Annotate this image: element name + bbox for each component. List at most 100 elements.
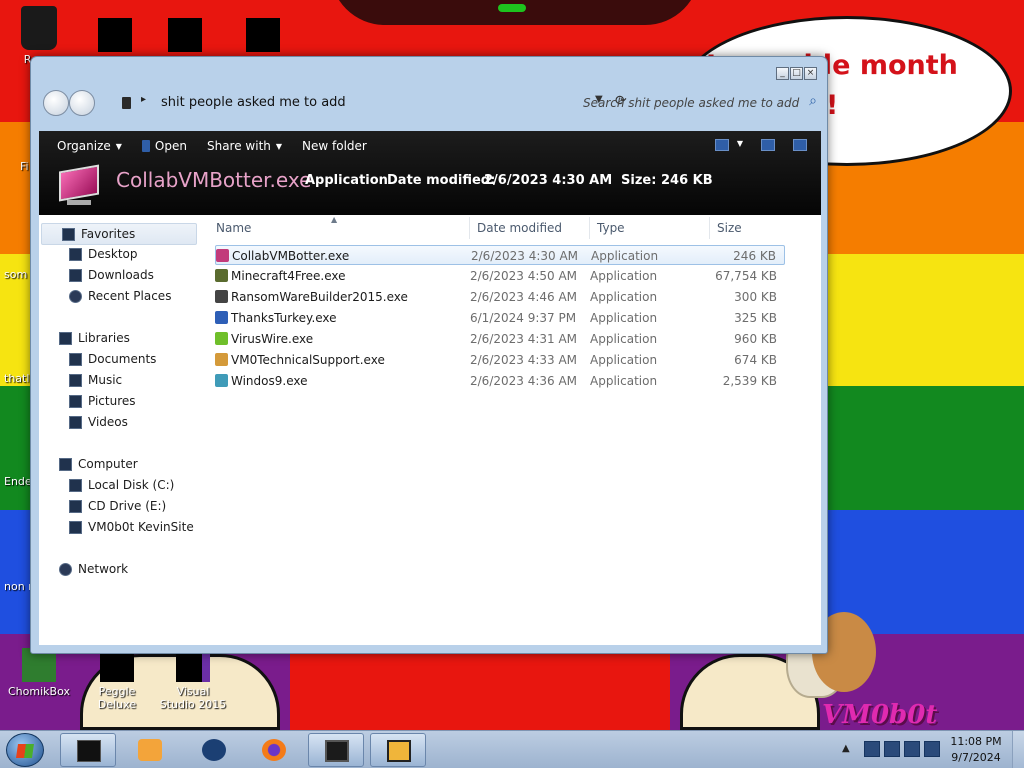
organize-button[interactable]: Organize ▼ <box>47 131 132 161</box>
address-path[interactable]: shit people asked me to add <box>161 95 346 110</box>
hard-drive-icon <box>69 478 82 492</box>
nav-label: Pictures <box>88 394 136 408</box>
nav-pictures[interactable]: Pictures <box>69 394 136 408</box>
nav-cd-drive[interactable]: CD Drive (E:) <box>69 499 166 513</box>
breadcrumb-arrow-icon[interactable]: ▸ <box>141 94 146 105</box>
column-separator[interactable] <box>589 217 590 239</box>
nav-label: Libraries <box>78 331 130 345</box>
column-separator[interactable] <box>709 217 710 239</box>
desktop-icon-app-2[interactable] <box>228 18 298 55</box>
nav-downloads[interactable]: Downloads <box>69 268 154 282</box>
file-row[interactable]: CollabVMBotter.exe 2/6/2023 4:30 AM Appl… <box>215 245 785 265</box>
file-size: 300 KB <box>734 290 777 304</box>
nav-videos[interactable]: Videos <box>69 415 128 429</box>
column-header-type[interactable]: Type <box>597 221 625 235</box>
new-folder-button[interactable]: New folder <box>292 131 377 161</box>
close-button[interactable]: × <box>804 67 817 80</box>
taskbar-button-explorer[interactable] <box>308 733 364 767</box>
address-bar-row: ▸ shit people asked me to add ▼ ⟳ Search… <box>41 87 819 117</box>
column-header-size[interactable]: Size <box>717 221 742 235</box>
forward-button[interactable] <box>69 90 95 116</box>
desktop-icon-app[interactable] <box>150 18 220 55</box>
help-icon[interactable] <box>793 139 807 151</box>
file-size: 2,539 KB <box>722 374 777 388</box>
file-row[interactable]: Minecraft4Free.exe 2/6/2023 4:50 AM Appl… <box>215 266 785 286</box>
nav-label: CD Drive (E:) <box>88 499 167 513</box>
details-pane: CollabVMBotter.exe Application Date modi… <box>39 161 821 215</box>
file-size: 67,754 KB <box>715 269 777 283</box>
taskbar-button-media-player[interactable] <box>122 733 178 767</box>
network-status-icon[interactable] <box>884 741 900 757</box>
computer-icon <box>325 740 349 762</box>
taskbar-button-cmd[interactable] <box>60 733 116 767</box>
window-controls: _ □ × <box>776 67 817 80</box>
start-button[interactable] <box>6 733 44 767</box>
back-button[interactable] <box>43 90 69 116</box>
desktop-edge-label[interactable]: thatl <box>4 372 29 385</box>
app-icon <box>168 18 202 52</box>
file-icon <box>215 269 228 282</box>
desktop-icon-folder[interactable] <box>80 18 150 55</box>
desktop-icon-visual-studio[interactable]: Visual Studio 2015 <box>158 648 228 711</box>
file-row[interactable]: RansomWareBuilder2015.exe 2/6/2023 4:46 … <box>215 287 785 307</box>
clock[interactable]: 11:08 PM 9/7/2024 <box>944 734 1008 766</box>
libraries-icon <box>59 331 72 345</box>
file-row[interactable]: VM0TechnicalSupport.exe 2/6/2023 4:33 AM… <box>215 350 785 370</box>
details-date-label: Date modified: <box>387 173 496 188</box>
nav-recent-places[interactable]: Recent Places <box>69 289 171 303</box>
nav-favorites[interactable]: Favorites <box>41 223 197 245</box>
nav-libraries[interactable]: Libraries <box>59 331 130 345</box>
nav-network[interactable]: Network <box>59 562 128 576</box>
nav-label: Music <box>88 373 123 387</box>
application-icon <box>55 164 103 208</box>
de-icon <box>387 740 411 762</box>
desktop-icon-peggle[interactable]: Peggle Deluxe <box>82 648 152 711</box>
desktop-icon-chomikbox[interactable]: ChomikBox <box>4 648 74 698</box>
recycle-bin-icon <box>21 6 57 50</box>
nav-desktop[interactable]: Desktop <box>69 247 138 261</box>
file-name: CollabVMBotter.exe <box>232 249 350 263</box>
app-icon <box>246 18 280 52</box>
nav-label: Videos <box>88 415 128 429</box>
toolbar: Organize ▼ Open Share with ▼ New folder … <box>39 131 821 161</box>
volume-icon[interactable] <box>904 741 920 757</box>
nav-computer[interactable]: Computer <box>59 457 138 471</box>
taskbar-button-globe[interactable] <box>186 733 242 767</box>
address-bar[interactable]: ▸ shit people asked me to add ▼ ⟳ <box>107 92 627 114</box>
view-options-chevron-icon[interactable]: ▼ <box>737 139 743 151</box>
show-desktop-button[interactable] <box>1012 731 1024 768</box>
desktop-edge-label[interactable]: Fi <box>20 160 29 173</box>
open-button[interactable]: Open <box>132 131 197 161</box>
wallpaper-character <box>330 0 700 25</box>
desktop-edge-label[interactable]: Ende <box>4 475 32 488</box>
file-date: 6/1/2024 9:37 PM <box>470 311 577 325</box>
file-row[interactable]: VirusWire.exe 2/6/2023 4:31 AM Applicati… <box>215 329 785 349</box>
windows-logo-icon <box>16 744 34 758</box>
file-row[interactable]: ThanksTurkey.exe 6/1/2024 9:37 PM Applic… <box>215 308 785 328</box>
file-icon <box>215 353 228 366</box>
tray-app-icon[interactable] <box>864 741 880 757</box>
preview-pane-icon[interactable] <box>761 139 775 151</box>
column-header-name[interactable]: Name <box>216 221 251 235</box>
column-separator[interactable] <box>469 217 470 239</box>
share-with-button[interactable]: Share with ▼ <box>197 131 292 161</box>
file-size: 960 KB <box>734 332 777 346</box>
search-input[interactable]: Search shit people asked me to add ⌕ <box>575 92 823 114</box>
minimize-button[interactable]: _ <box>776 67 789 80</box>
show-hidden-icons-icon[interactable]: ▲ <box>842 743 850 754</box>
nav-music[interactable]: Music <box>69 373 122 387</box>
search-icon[interactable]: ⌕ <box>809 93 817 109</box>
tray-app-icon-2[interactable] <box>924 741 940 757</box>
nav-documents[interactable]: Documents <box>69 352 156 366</box>
clock-time: 11:08 PM <box>950 735 1002 748</box>
search-placeholder: Search shit people asked me to add <box>583 96 800 110</box>
taskbar-button-de[interactable] <box>370 733 426 767</box>
change-view-icon[interactable] <box>714 139 729 151</box>
file-row[interactable]: Windos9.exe 2/6/2023 4:36 AM Application… <box>215 371 785 391</box>
taskbar-button-firefox[interactable] <box>246 733 302 767</box>
maximize-button[interactable]: □ <box>790 67 803 80</box>
nav-vm-site[interactable]: VM0b0t KevinSite <box>69 520 194 534</box>
nav-local-disk[interactable]: Local Disk (C:) <box>69 478 174 492</box>
explorer-window[interactable]: _ □ × ▸ shit people asked me to add ▼ ⟳ … <box>30 56 828 654</box>
column-header-date[interactable]: Date modified <box>477 221 562 235</box>
